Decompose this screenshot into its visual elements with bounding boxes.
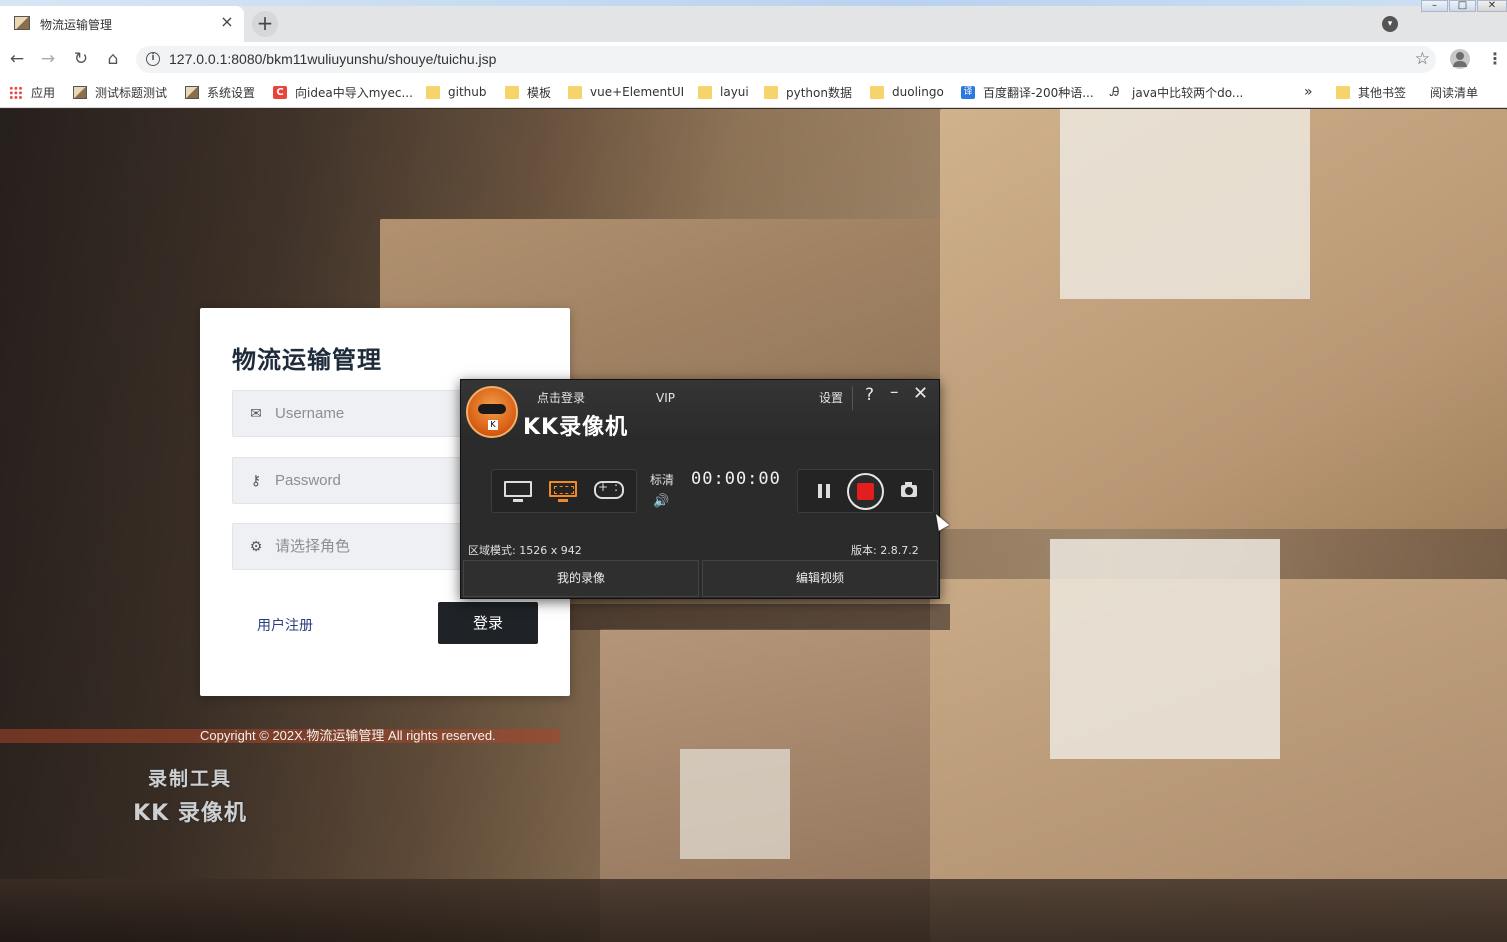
my-recordings-button[interactable]: 我的录像 <box>463 560 699 597</box>
bookmark-item[interactable]: 模板 <box>505 83 551 101</box>
reading-list[interactable]: 阅读清单 <box>1430 83 1478 205</box>
login-title: 物流运输管理 <box>232 346 382 374</box>
background-label <box>1050 539 1280 759</box>
folder-icon <box>568 85 582 99</box>
folder-icon <box>698 85 712 99</box>
help-icon[interactable]: ? <box>865 385 874 405</box>
bookmark-item[interactable]: github <box>426 83 486 101</box>
browser-titlebar: 物流运输管理 × + ▾ – □ ✕ <box>0 0 1507 42</box>
other-bookmarks[interactable]: 其他书签 <box>1336 83 1406 101</box>
copyright-text: Copyright © 202X.物流运输管理 All rights reser… <box>200 728 496 743</box>
bookmark-item[interactable]: Ꭿjava中比较两个do... <box>1110 83 1243 101</box>
recorder-vip-button[interactable]: VIP <box>656 391 675 405</box>
browser-tab[interactable]: 物流运输管理 × <box>0 6 244 42</box>
bookmark-item[interactable]: 应用 <box>9 83 55 101</box>
volume-icon[interactable]: 🔊 <box>653 494 669 509</box>
folder-icon <box>764 85 778 99</box>
close-window-button[interactable]: ✕ <box>1477 0 1507 12</box>
bookmark-item[interactable]: layui <box>698 83 749 101</box>
capture-mode-group <box>491 469 637 513</box>
background-shelf <box>0 879 1507 942</box>
bookmarks-bar: 应用 测试标题测试 系统设置 C 向idea中导入myec... github 模… <box>0 76 1507 205</box>
recording-controls <box>797 469 934 513</box>
fullscreen-mode-icon[interactable] <box>504 481 532 502</box>
folder-icon <box>1336 85 1350 99</box>
address-bar[interactable]: i 127.0.0.1:8080/bkm11wuliuyunshu/shouye… <box>136 46 1436 73</box>
login-button[interactable]: 登录 <box>438 602 538 644</box>
bookmark-item[interactable]: C 向idea中导入myec... <box>273 83 413 101</box>
recorder-header: 点击登录 VIP KK录像机 设置 ? – ✕ <box>461 380 939 442</box>
bookmark-item[interactable]: 系统设置 <box>185 83 255 101</box>
register-link[interactable]: 用户注册 <box>257 615 313 635</box>
window-controls: – □ ✕ <box>1420 0 1507 12</box>
version-label: 版本: 2.8.7.2 <box>851 544 919 557</box>
header-divider <box>852 386 853 410</box>
quality-selector[interactable]: 标清 <box>650 471 674 488</box>
folder-icon <box>505 85 519 99</box>
folder-icon <box>870 85 884 99</box>
bookmark-item[interactable]: vue+ElementUI <box>568 83 684 101</box>
recorder-login-link[interactable]: 点击登录 <box>537 389 585 406</box>
maximize-window-button[interactable]: □ <box>1449 0 1476 12</box>
close-icon[interactable]: ✕ <box>913 383 928 404</box>
ai-icon: Ꭿ <box>1110 84 1120 100</box>
profile-avatar-icon[interactable] <box>1450 49 1470 69</box>
watermark-line: KK 录像机 <box>133 801 247 826</box>
forward-arrow-icon[interactable]: → <box>37 48 59 70</box>
pause-icon[interactable] <box>818 484 830 498</box>
edit-video-button[interactable]: 编辑视频 <box>702 560 938 597</box>
browser-toolbar: ← → ↻ ⌂ i 127.0.0.1:8080/bkm11wuliuyunsh… <box>0 42 1507 76</box>
game-mode-icon[interactable] <box>594 480 624 499</box>
bookmark-item[interactable]: python数据 <box>764 83 852 101</box>
translate-icon: 译 <box>961 85 975 99</box>
home-icon[interactable]: ⌂ <box>102 48 124 70</box>
reload-icon[interactable]: ↻ <box>70 48 92 70</box>
kk-recorder-window: 点击登录 VIP KK录像机 设置 ? – ✕ 标清 00:00:00 🔊 区域… <box>460 379 940 599</box>
bookmarks-overflow-button[interactable]: » <box>1304 83 1313 101</box>
tab-favicon-icon <box>14 16 30 30</box>
recorder-settings-button[interactable]: 设置 <box>819 389 843 406</box>
recorder-watermark: 录制工具 KK 录像机 <box>120 764 260 827</box>
bookmark-item[interactable]: 测试标题测试 <box>73 83 167 101</box>
region-mode-icon[interactable] <box>549 481 577 502</box>
recorder-brand: KK录像机 <box>523 415 629 440</box>
image-icon <box>185 85 199 99</box>
gears-icon: ⚙ <box>249 539 263 555</box>
url-text[interactable]: 127.0.0.1:8080/bkm11wuliuyunshu/shouye/t… <box>169 51 496 67</box>
bookmark-star-icon[interactable]: ☆ <box>1415 49 1430 69</box>
tab-title: 物流运输管理 <box>40 18 113 32</box>
raccoon-logo-icon <box>466 386 518 438</box>
browser-menu-icon[interactable]: ⋮ <box>1487 49 1503 68</box>
recording-timer: 00:00:00 <box>691 469 781 489</box>
bookmark-item[interactable]: 译百度翻译-200种语... <box>961 83 1094 101</box>
apps-grid-icon <box>9 85 23 99</box>
minimize-icon[interactable]: – <box>890 382 899 402</box>
bookmark-item[interactable]: duolingo <box>870 83 944 101</box>
site-info-icon[interactable]: i <box>146 52 160 66</box>
tab-search-icon[interactable]: ▾ <box>1382 16 1398 32</box>
background-label <box>680 749 790 859</box>
csdn-icon: C <box>273 85 287 99</box>
new-tab-button[interactable]: + <box>252 11 278 37</box>
camera-icon[interactable] <box>901 482 917 497</box>
envelope-icon: ✉ <box>250 406 262 422</box>
tab-close-icon[interactable]: × <box>219 12 235 32</box>
back-arrow-icon[interactable]: ← <box>6 48 28 70</box>
record-stop-button[interactable] <box>847 473 884 510</box>
watermark-line: 录制工具 <box>147 768 232 790</box>
region-mode-info: 区域模式: 1526 x 942 <box>468 544 582 557</box>
image-icon <box>73 85 87 99</box>
folder-icon <box>426 85 440 99</box>
minimize-window-button[interactable]: – <box>1421 0 1448 12</box>
key-icon: ⚷ <box>250 473 262 489</box>
background-label <box>1060 109 1310 299</box>
